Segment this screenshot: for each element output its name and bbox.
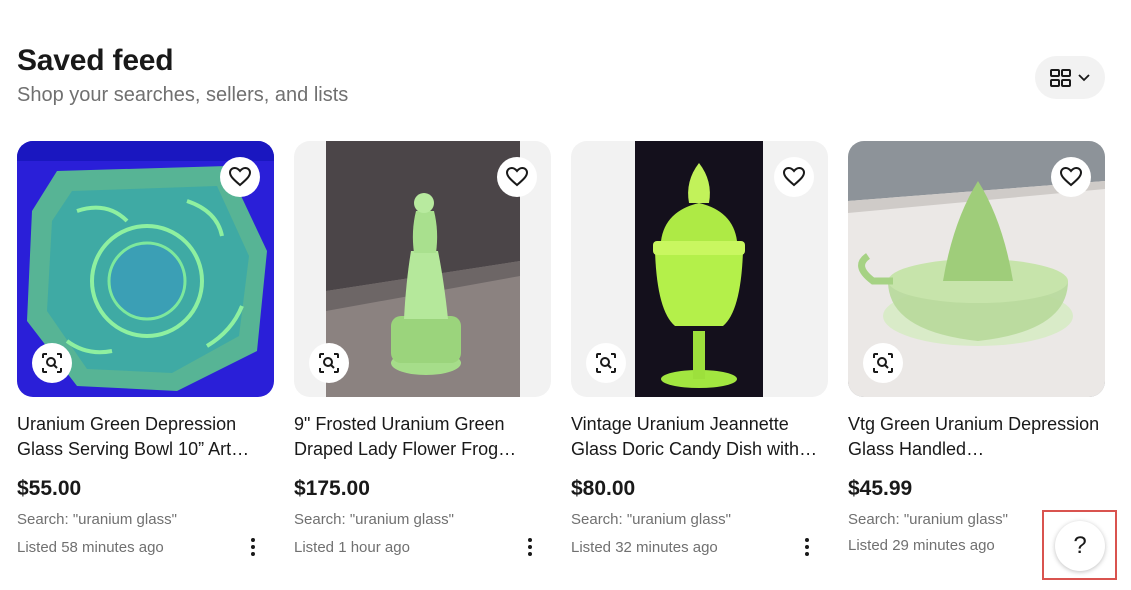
watch-heart-button[interactable] <box>497 157 537 197</box>
page-header: Saved feed Shop your searches, sellers, … <box>17 44 348 107</box>
heart-icon <box>1060 167 1082 187</box>
grid-view-icon <box>1050 68 1071 87</box>
item-photo <box>326 141 520 397</box>
item-meta-row: Listed 32 minutes ago <box>571 537 828 557</box>
visual-search-button[interactable] <box>863 343 903 383</box>
item-listed-time: Listed 29 minutes ago <box>848 537 995 554</box>
page-title: Saved feed <box>17 44 174 77</box>
heart-icon <box>229 167 251 187</box>
help-button[interactable]: ? <box>1055 521 1105 571</box>
item-image[interactable] <box>571 141 828 397</box>
item-image[interactable] <box>294 141 551 397</box>
item-title-link[interactable]: 9" Frosted Uranium Green Draped Lady Flo… <box>294 412 551 462</box>
view-toggle-button[interactable] <box>1035 56 1105 99</box>
item-search-source: Search: "uranium glass" <box>294 511 454 528</box>
watch-heart-button[interactable] <box>220 157 260 197</box>
more-options-icon[interactable] <box>243 537 263 557</box>
item-image[interactable] <box>848 141 1105 397</box>
visual-search-button[interactable] <box>586 343 626 383</box>
item-price: $45.99 <box>848 477 913 500</box>
visual-search-icon <box>42 353 62 373</box>
item-card[interactable]: Uranium Green Depression Glass Serving B… <box>17 141 274 557</box>
item-photo <box>635 141 763 397</box>
item-price: $55.00 <box>17 477 82 500</box>
item-card[interactable]: Vtg Green Uranium Depression Glass Handl… <box>848 141 1105 557</box>
saved-feed-grid: Uranium Green Depression Glass Serving B… <box>17 141 1105 557</box>
item-title-link[interactable]: Vtg Green Uranium Depression Glass Handl… <box>848 412 1105 462</box>
visual-search-icon <box>873 353 893 373</box>
item-card[interactable]: 9" Frosted Uranium Green Draped Lady Flo… <box>294 141 551 557</box>
visual-search-button[interactable] <box>32 343 72 383</box>
item-title-link[interactable]: Uranium Green Depression Glass Serving B… <box>17 412 274 462</box>
item-listed-time: Listed 1 hour ago <box>294 538 410 556</box>
item-title-link[interactable]: Vintage Uranium Jeannette Glass Doric Ca… <box>571 412 828 462</box>
watch-heart-button[interactable] <box>1051 157 1091 197</box>
item-meta-row: Listed 58 minutes ago <box>17 537 274 557</box>
visual-search-icon <box>596 353 616 373</box>
item-price: $175.00 <box>294 477 370 500</box>
page-subtitle: Shop your searches, sellers, and lists <box>17 84 349 106</box>
heart-icon <box>506 167 528 187</box>
item-meta-row: Listed 1 hour ago <box>294 537 551 557</box>
item-image[interactable] <box>17 141 274 397</box>
item-search-source: Search: "uranium glass" <box>17 511 177 528</box>
heart-icon <box>783 167 805 187</box>
chevron-down-icon <box>1078 73 1090 81</box>
item-search-source: Search: "uranium glass" <box>571 511 731 528</box>
item-price: $80.00 <box>571 477 636 500</box>
more-options-icon[interactable] <box>520 537 540 557</box>
visual-search-button[interactable] <box>309 343 349 383</box>
item-listed-time: Listed 32 minutes ago <box>571 538 718 556</box>
more-options-icon[interactable] <box>797 537 817 557</box>
item-card[interactable]: Vintage Uranium Jeannette Glass Doric Ca… <box>571 141 828 557</box>
item-listed-time: Listed 58 minutes ago <box>17 538 164 556</box>
visual-search-icon <box>319 353 339 373</box>
watch-heart-button[interactable] <box>774 157 814 197</box>
